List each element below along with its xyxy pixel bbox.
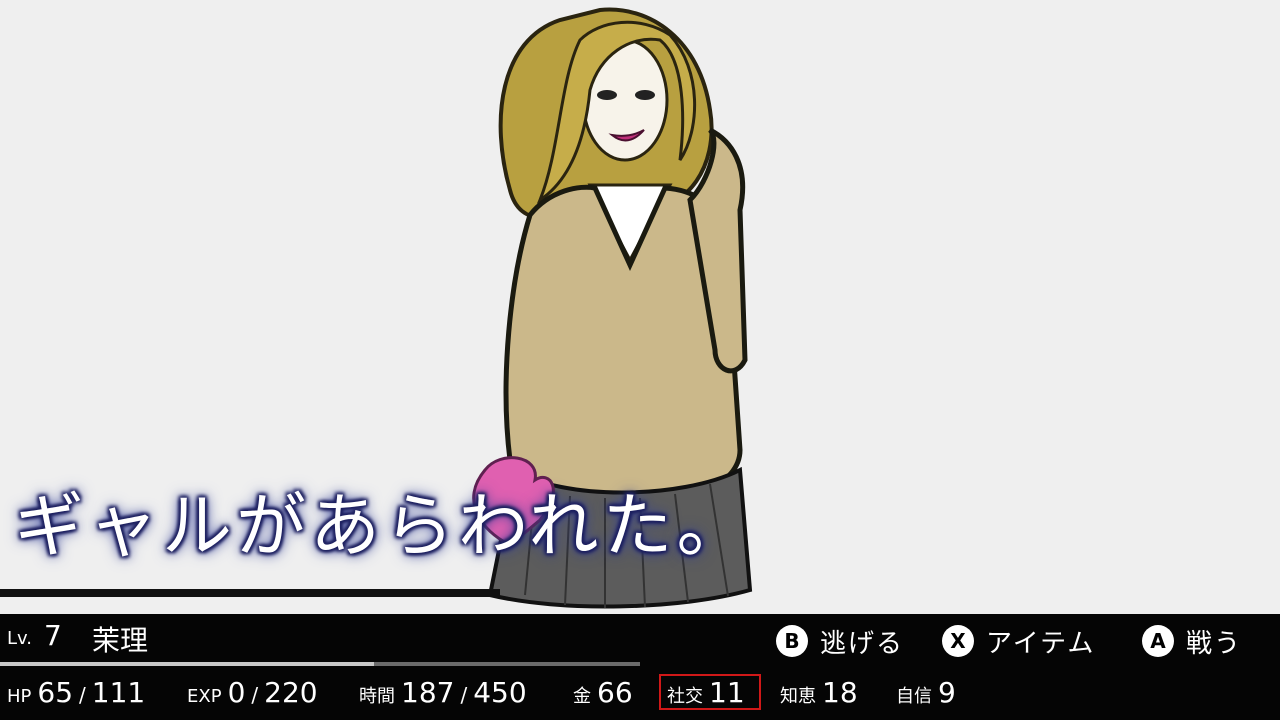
- fight-command[interactable]: A 戦う: [1142, 624, 1243, 659]
- hp-max: 111: [91, 676, 146, 709]
- confidence-value: 9: [938, 676, 956, 709]
- message-divider: [0, 589, 500, 597]
- confidence-label: 自信: [896, 686, 932, 707]
- time-max: 450: [473, 676, 527, 709]
- level-value: 7: [44, 619, 62, 652]
- exp-progress-bar: [0, 662, 640, 666]
- wisdom-label: 知恵: [780, 686, 816, 707]
- money-label: 金: [573, 686, 591, 707]
- x-button-icon: X: [942, 625, 974, 657]
- wisdom-value: 18: [822, 676, 858, 709]
- exp-max: 220: [264, 676, 318, 709]
- time-current: 187: [401, 676, 455, 709]
- stat-social: 社交 11: [667, 676, 745, 709]
- stat-wisdom: 知恵 18: [780, 676, 858, 709]
- social-label: 社交: [667, 686, 703, 707]
- time-label: 時間: [359, 686, 395, 707]
- flee-label: 逃げる: [820, 628, 905, 659]
- hp-separator: /: [79, 683, 86, 707]
- stat-money: 金 66: [573, 676, 633, 709]
- stat-hp: HP 65 / 111: [7, 676, 145, 709]
- social-value: 11: [709, 676, 745, 709]
- hp-label: HP: [7, 686, 32, 707]
- money-value: 66: [597, 676, 633, 709]
- status-row-top: Lv. 7 茉理 B 逃げる X アイテム A 戦う: [0, 614, 1280, 666]
- exp-label: EXP: [187, 686, 222, 707]
- status-bar: Lv. 7 茉理 B 逃げる X アイテム A 戦う HP 65 / 111 E…: [0, 614, 1280, 720]
- battle-message: ギャルがあらわれた。: [14, 485, 751, 567]
- exp-current: 0: [227, 676, 246, 709]
- b-button-icon: B: [776, 625, 808, 657]
- battle-screen: ギャルがあらわれた。 Lv. 7 茉理 B 逃げる X アイテム A 戦う HP…: [0, 0, 1280, 720]
- a-button-icon: A: [1142, 625, 1174, 657]
- item-label: アイテム: [986, 628, 1096, 659]
- exp-progress-fill: [0, 662, 375, 666]
- status-row-stats: HP 65 / 111 EXP 0 / 220 時間 187 / 450 金 6…: [0, 670, 1280, 716]
- player-name: 茉理: [92, 624, 149, 657]
- hp-current: 65: [37, 676, 74, 709]
- level-label: Lv.: [7, 628, 33, 649]
- stat-exp: EXP 0 / 220: [187, 676, 318, 709]
- stat-time: 時間 187 / 450: [359, 676, 527, 709]
- flee-command[interactable]: B 逃げる: [776, 624, 905, 659]
- time-separator: /: [460, 683, 468, 707]
- item-command[interactable]: X アイテム: [942, 624, 1096, 659]
- exp-separator: /: [251, 683, 259, 707]
- fight-label: 戦う: [1186, 628, 1243, 659]
- stat-confidence: 自信 9: [896, 676, 956, 709]
